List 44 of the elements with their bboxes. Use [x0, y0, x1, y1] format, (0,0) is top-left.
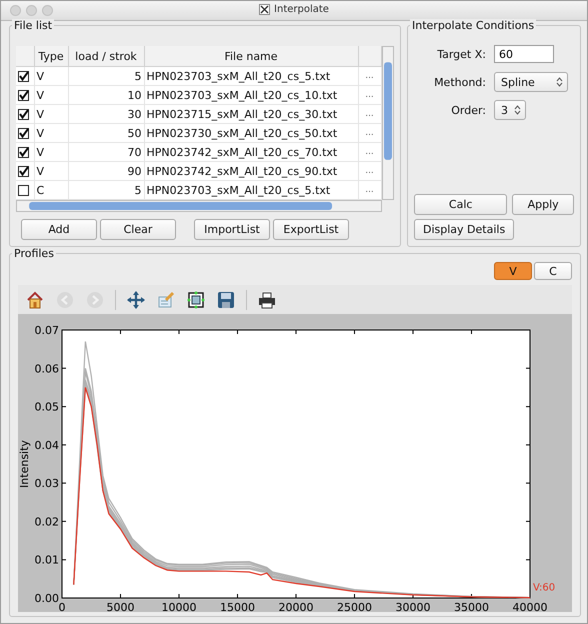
y-tick-label: 0.04 [34, 438, 59, 452]
x-tick-label: 25000 [337, 601, 372, 612]
table-cell: 10 [68, 86, 144, 104]
x-tick-label: 10000 [162, 601, 196, 612]
table-cell: HPN023715_sxM_All_t20_cs_30.txt [144, 104, 358, 124]
table-cell: HPN023742_sxM_All_t20_cs_90.txt [144, 162, 358, 180]
table-cell: V [34, 66, 68, 86]
y-tick-label: 0.00 [34, 592, 59, 605]
field-label: Order: [450, 104, 487, 116]
table-cell: 30 [68, 104, 144, 124]
table-cell: 70 [68, 142, 144, 162]
group-title: Profiles [12, 247, 56, 260]
x-tick-label: 20000 [278, 601, 314, 612]
table-cell: V [34, 124, 68, 142]
y-tick-label: 0.06 [34, 362, 59, 376]
y-tick-label: 0.01 [34, 554, 59, 567]
table-cell: V [34, 142, 68, 162]
y-tick-label: 0.07 [34, 324, 59, 337]
group-title: Interpolate Conditions [410, 19, 536, 32]
y-axis-label: Intensity [18, 440, 31, 488]
x-tick-label: 0 [58, 601, 66, 612]
window-title: Interpolate [274, 4, 329, 15]
table-cell: HPN023730_sxM_All_t20_cs_50.txt [144, 124, 358, 142]
table-cell: 5 [68, 66, 144, 86]
y-tick-label: 0.05 [34, 400, 59, 414]
y-tick-label: 0.03 [34, 477, 59, 490]
table-cell: 90 [68, 162, 144, 180]
group-title: File list [12, 19, 54, 32]
table-cell: HPN023742_sxM_All_t20_cs_70.txt [144, 142, 358, 162]
x-tick-label: 35000 [454, 601, 489, 612]
x-tick-label: 40000 [512, 601, 548, 612]
curve-label: V:60 [533, 582, 556, 594]
table-cell: V [34, 86, 68, 104]
table-cell: V [34, 104, 68, 124]
table-cell: HPN023703_sxM_All_t20_cs_10.txt [144, 86, 358, 104]
x-tick-label: 30000 [396, 601, 430, 612]
field-label: Target X: [436, 48, 487, 60]
y-tick-label: 0.02 [34, 515, 59, 528]
x-tick-label: 5000 [106, 601, 134, 612]
table-cell: V [34, 162, 68, 180]
field-label: Methond: [433, 76, 487, 88]
x-tick-label: 15000 [220, 601, 255, 612]
table-cell: 50 [68, 124, 144, 142]
table-cell: HPN023703_sxM_All_t20_cs_5.txt [144, 66, 358, 86]
